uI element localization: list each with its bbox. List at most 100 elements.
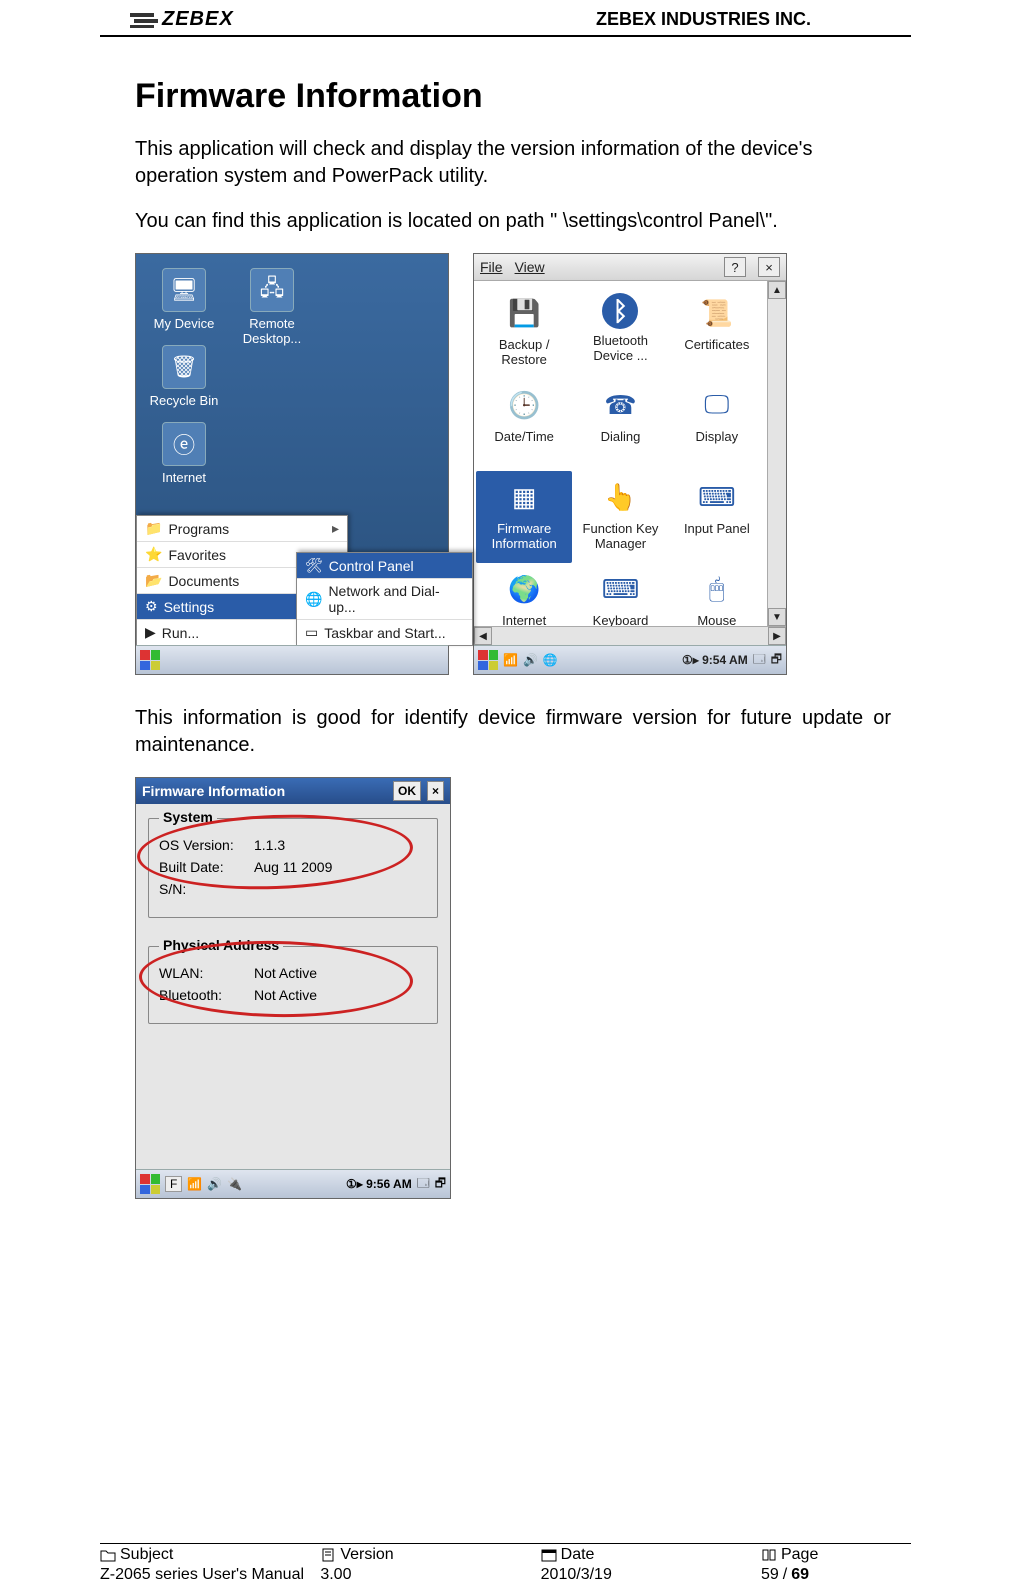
scroll-down-icon[interactable]: ▼ — [768, 608, 786, 626]
start-button-icon[interactable] — [140, 1174, 160, 1194]
cp-item-label: Date/Time — [494, 429, 553, 444]
cp-item-label: Internet — [502, 613, 546, 626]
start-button-icon[interactable] — [478, 650, 498, 670]
submenu-taskbar[interactable]: ▭ Taskbar and Start... — [297, 619, 472, 645]
tray-icon[interactable]: 🔊 — [523, 653, 538, 667]
ok-button[interactable]: OK — [393, 781, 421, 801]
desktop-icon-label: My Device — [154, 316, 215, 331]
run-icon: ▶ — [145, 624, 156, 641]
desktop-icon-internet[interactable]: ⓔ Internet — [148, 422, 220, 485]
folder-icon: 📂 — [145, 572, 162, 589]
folder-icon: 📁 — [145, 520, 162, 537]
footer-page: Page — [761, 1546, 911, 1564]
cp-item-datetime[interactable]: 🕒 Date/Time — [476, 379, 572, 471]
mouse-icon: 🖱 — [697, 569, 737, 609]
clock-icon: 🕒 — [504, 385, 544, 425]
cp-item-label: Input Panel — [684, 521, 750, 536]
cp-item-backup[interactable]: 💾 Backup / Restore — [476, 287, 572, 379]
page-footer: Subject Version Date Page Z-2065 series … — [100, 1543, 911, 1584]
control-panel-grid: 💾Backup / Restore ᛒBluetooth Device ... … — [474, 281, 767, 626]
cp-item-bluetooth[interactable]: ᛒBluetooth Device ... — [572, 287, 668, 379]
cp-item-dialing[interactable]: ☎Dialing — [572, 379, 668, 471]
taskbar: 📶 🔊 🌐 ①▸ 9:54 AM 🗔 🗗 — [474, 645, 786, 674]
scroll-up-icon[interactable]: ▲ — [768, 281, 786, 299]
built-date-label: Built Date: — [159, 859, 254, 875]
menu-file[interactable]: File — [480, 259, 503, 275]
start-item-label: Documents — [168, 573, 239, 589]
brand-logo: ZEBEX — [130, 8, 234, 31]
cp-item-label: Display — [696, 429, 739, 444]
brand-text: ZEBEX — [162, 8, 234, 31]
phone-icon: ☎ — [600, 385, 640, 425]
paragraph-3: This information is good for identify de… — [135, 705, 891, 759]
submenu-control-panel[interactable]: 🛠 Control Panel — [297, 553, 472, 578]
close-button[interactable]: × — [758, 257, 780, 277]
desktop-icons-col2: 🖧 Remote Desktop... — [236, 268, 308, 360]
desktop-icon-label: Internet — [162, 470, 206, 485]
paragraph-2: You can find this application is located… — [135, 208, 891, 235]
cp-item-firmware[interactable]: ▦Firmware Information — [476, 471, 572, 563]
tray-icon[interactable]: 🗗 — [435, 1174, 446, 1195]
close-button[interactable]: × — [427, 781, 444, 801]
start-item-label: Settings — [164, 599, 215, 615]
cp-item-internet[interactable]: 🌍Internet — [476, 563, 572, 626]
backup-icon: 💾 — [504, 293, 544, 333]
vertical-scrollbar[interactable]: ▲ ▼ — [767, 281, 786, 626]
tray-icon[interactable]: 🔊 — [207, 1177, 222, 1191]
desktop-icon-label: Recycle Bin — [150, 393, 219, 408]
cp-item-label: Function Key Manager — [574, 521, 666, 551]
star-icon: ⭐ — [145, 546, 162, 563]
dialog-body: System OS Version:1.1.3 Built Date:Aug 1… — [136, 804, 450, 1169]
tray-icon[interactable]: 🌐 — [543, 653, 558, 667]
page-title: Firmware Information — [135, 77, 891, 116]
menu-view[interactable]: View — [515, 259, 545, 275]
tray-icon[interactable]: 🗔 — [417, 1174, 430, 1195]
footer-subject-value: Z-2065 series User's Manual — [100, 1564, 320, 1584]
folder-icon — [100, 1548, 116, 1562]
legend-physical: Physical Address — [159, 937, 283, 953]
cp-item-mouse[interactable]: 🖱Mouse — [669, 563, 765, 626]
tray-icon[interactable]: 📶 — [187, 1177, 202, 1191]
cp-item-funckey[interactable]: 👆Function Key Manager — [572, 471, 668, 563]
tray-icon[interactable]: 🗔 — [753, 650, 766, 671]
chevron-right-icon: ▸ — [332, 520, 339, 537]
tray-icon[interactable]: 📶 — [503, 653, 518, 667]
zebex-mark-icon — [130, 11, 158, 29]
scroll-left-icon[interactable]: ◀ — [474, 627, 492, 645]
titlebar: Firmware Information OK × — [136, 778, 450, 804]
cp-item-label: Firmware Information — [478, 521, 570, 551]
desktop-icon-recycle-bin[interactable]: 🗑 Recycle Bin — [148, 345, 220, 408]
bluetooth-label: Bluetooth: — [159, 987, 254, 1003]
certificate-icon: 📜 — [697, 293, 737, 333]
page-header: ZEBEX ZEBEX INDUSTRIES INC. — [100, 0, 911, 37]
device-icon: 🖥 — [162, 268, 206, 312]
desktop-icon-my-device[interactable]: 🖥 My Device — [148, 268, 220, 331]
os-version-label: OS Version: — [159, 837, 254, 853]
cp-item-inputpanel[interactable]: ⌨ Input Panel — [669, 471, 765, 563]
cp-item-label: Backup / Restore — [478, 337, 570, 367]
cp-item-keyboard[interactable]: ⌨Keyboard — [572, 563, 668, 626]
cp-item-display[interactable]: 🖵Display — [669, 379, 765, 471]
keyboard-icon: ⌨ — [697, 477, 737, 517]
taskbar — [136, 645, 448, 674]
bluetooth-value: Not Active — [254, 987, 317, 1003]
help-button[interactable]: ? — [724, 257, 746, 277]
tray-icon[interactable]: 🔌 — [227, 1177, 242, 1191]
start-button-icon[interactable] — [140, 650, 160, 670]
document-icon — [320, 1548, 336, 1562]
bluetooth-icon: ᛒ — [602, 293, 638, 329]
screenshot-firmware-dialog: Firmware Information OK × System OS Vers… — [135, 777, 451, 1199]
recycle-icon: 🗑 — [162, 345, 206, 389]
calendar-icon — [541, 1548, 557, 1562]
horizontal-scrollbar[interactable]: ◀ ▶ — [474, 626, 786, 645]
tray-icon[interactable]: 🗗 — [771, 650, 782, 671]
submenu-network[interactable]: 🌐 Network and Dial-up... — [297, 578, 472, 619]
taskbar-item[interactable]: F — [165, 1176, 182, 1192]
control-panel-icon: 🛠 — [305, 557, 323, 574]
start-item-programs[interactable]: 📁 Programs ▸ — [137, 516, 347, 541]
footer-subject: Subject — [100, 1546, 320, 1564]
cp-item-certificates[interactable]: 📜Certificates — [669, 287, 765, 379]
scroll-right-icon[interactable]: ▶ — [768, 627, 786, 645]
desktop-icon-remote-desktop[interactable]: 🖧 Remote Desktop... — [236, 268, 308, 346]
footer-date-value: 2010/3/19 — [541, 1564, 761, 1584]
